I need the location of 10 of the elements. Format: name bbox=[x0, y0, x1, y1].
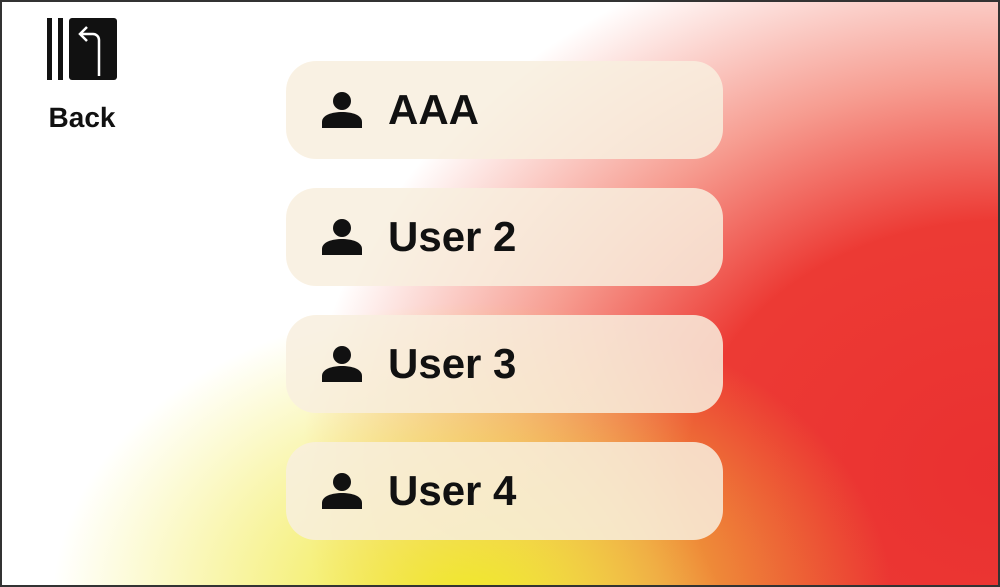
user-button[interactable]: User 4 bbox=[286, 442, 723, 540]
back-icon bbox=[47, 18, 117, 80]
person-icon bbox=[322, 219, 362, 255]
user-button[interactable]: User 2 bbox=[286, 188, 723, 286]
user-button[interactable]: AAA bbox=[286, 61, 723, 159]
person-icon bbox=[322, 473, 362, 509]
person-icon bbox=[322, 346, 362, 382]
person-icon bbox=[322, 92, 362, 128]
user-button[interactable]: User 3 bbox=[286, 315, 723, 413]
back-button[interactable]: Back bbox=[47, 18, 117, 134]
